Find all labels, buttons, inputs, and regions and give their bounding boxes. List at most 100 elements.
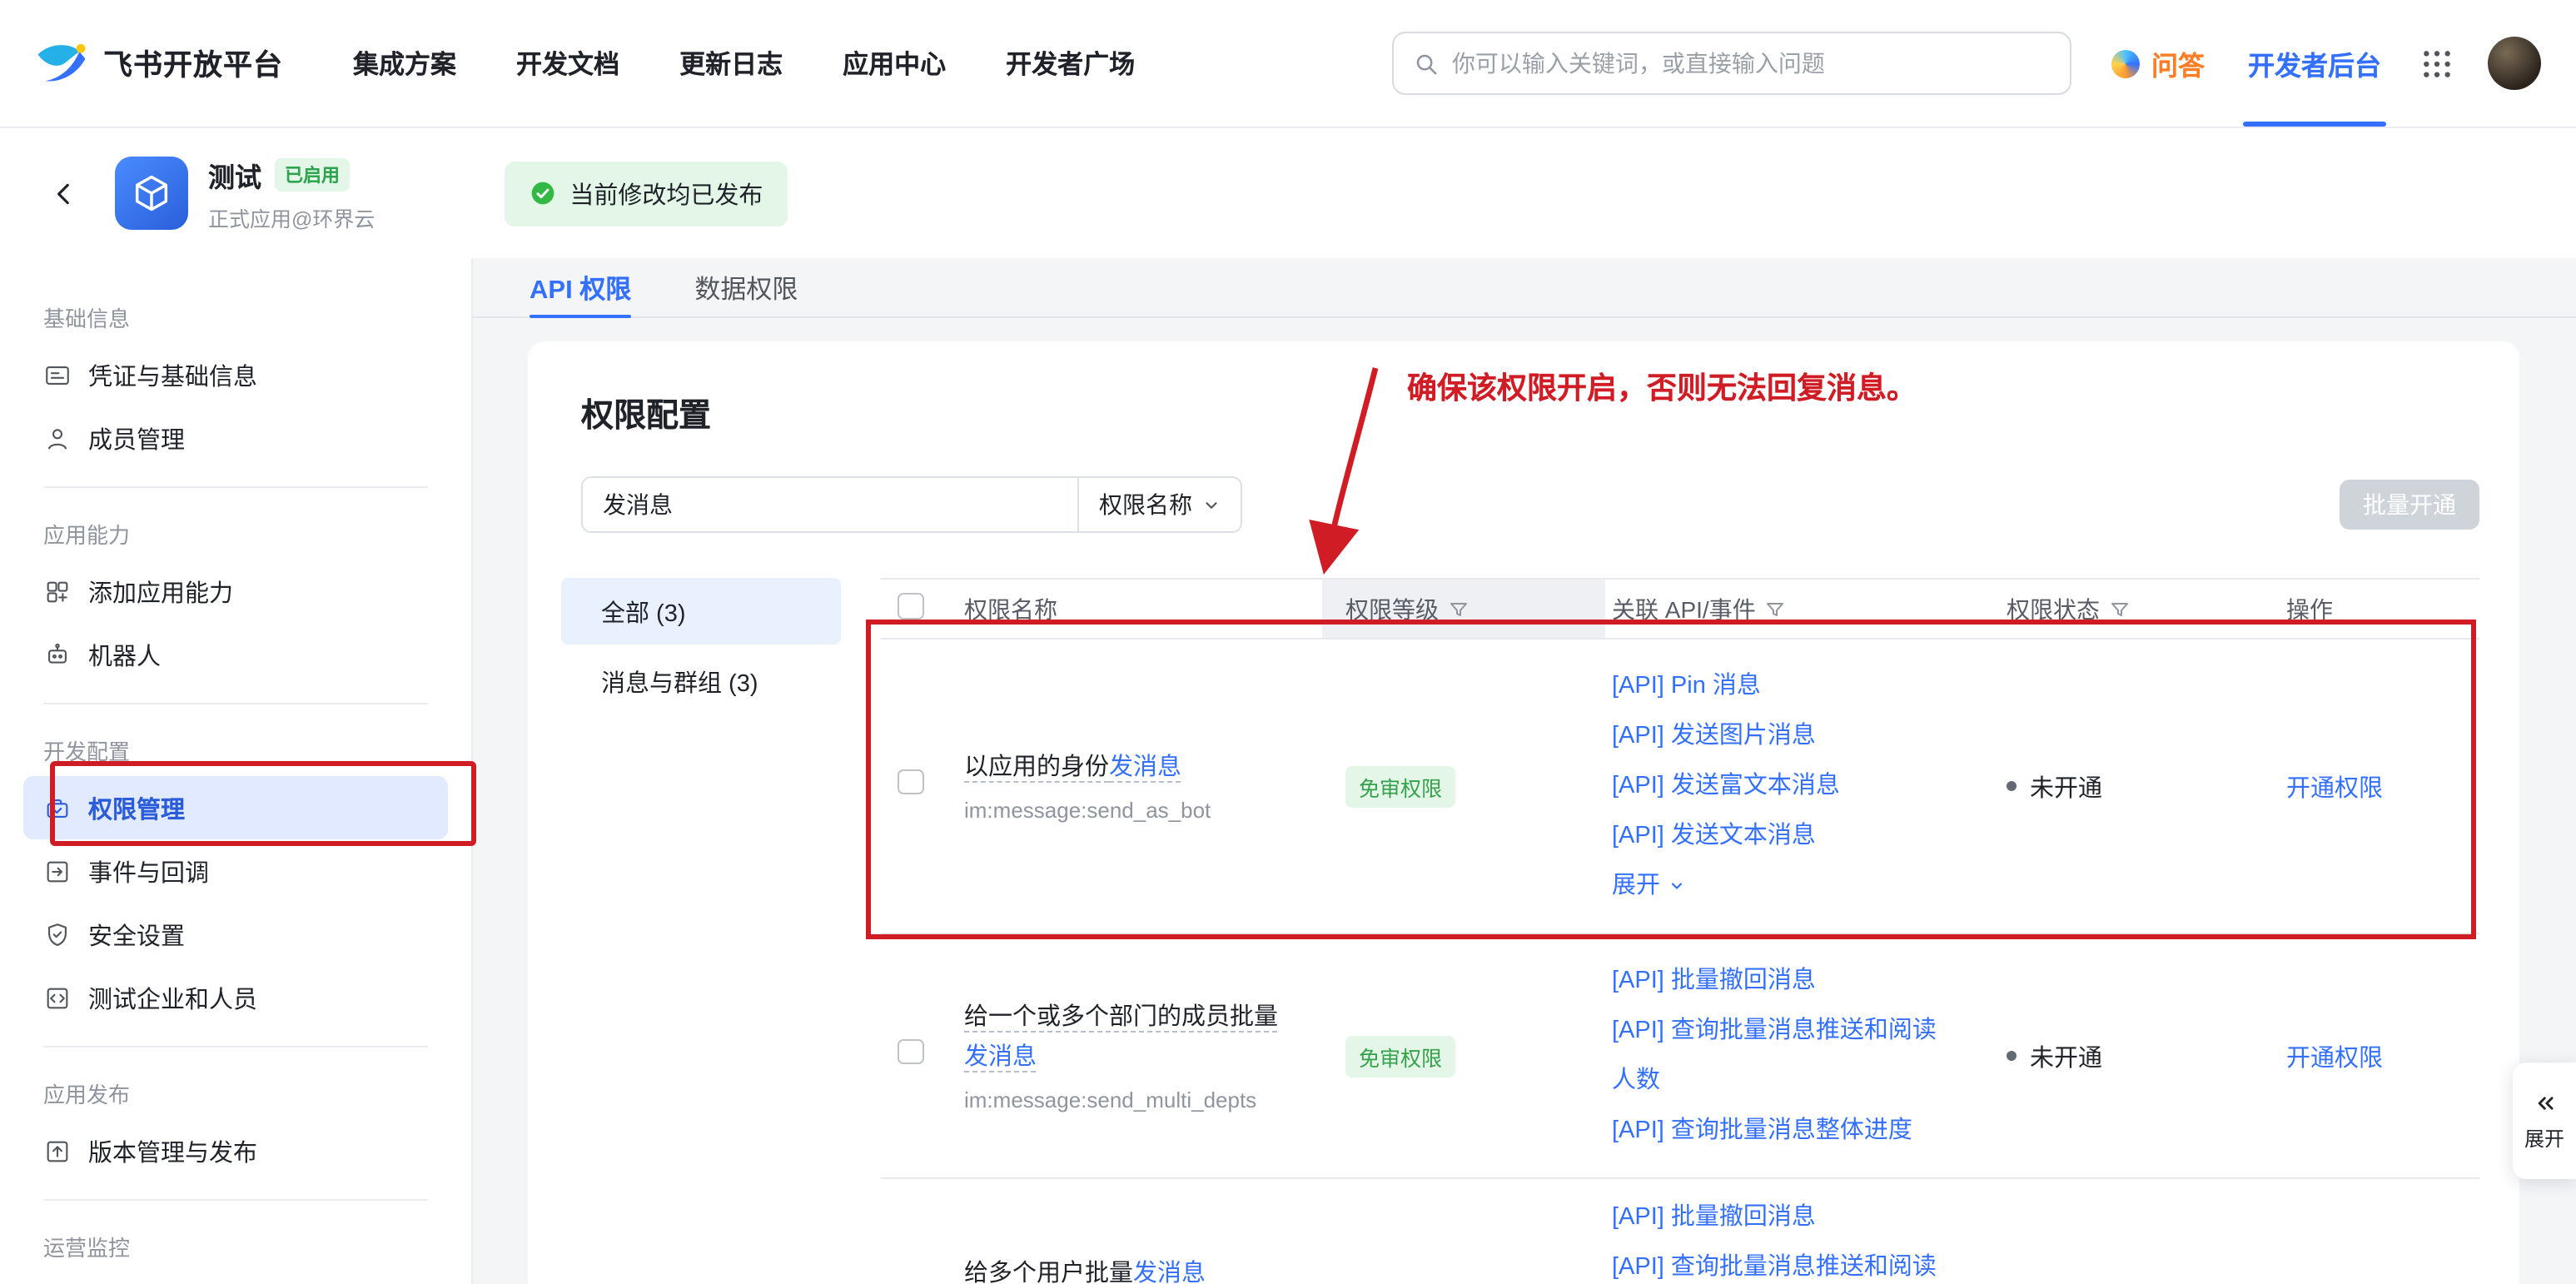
permission-tabs: API 权限 数据权限 [473, 258, 2576, 318]
api-link[interactable]: [API] 查询批量消息推送和阅读 [1612, 1242, 1940, 1284]
level-badge: 免审权限 [1345, 765, 1455, 807]
permission-search-input[interactable] [583, 478, 1077, 531]
permission-level-cell: 免审权限 [1322, 765, 1605, 807]
sidebar-item-label: 机器人 [88, 637, 161, 672]
tab-data-permissions[interactable]: 数据权限 [694, 258, 798, 316]
qa-entry[interactable]: 问答 [2111, 43, 2205, 83]
nav-link-integrations[interactable]: 集成方案 [353, 45, 456, 82]
security-icon [43, 920, 72, 948]
filter-select-label: 权限名称 [1099, 488, 1192, 521]
api-link[interactable]: [API] 发送文本消息 [1612, 811, 1940, 861]
sidebar-item-bot[interactable]: 机器人 [23, 623, 448, 686]
permission-name-cell: 给一个或多个部门的成员批量发消息 im:message:send_multi_d… [964, 1000, 1322, 1112]
nav-link-app-center[interactable]: 应用中心 [843, 45, 946, 82]
publish-status-text: 当前修改均已发布 [569, 176, 763, 211]
permission-name[interactable]: 给一个或多个部门的成员批量发消息 [964, 1005, 1278, 1070]
expand-label: 展开 [1612, 861, 1660, 911]
app-name: 测试 [208, 154, 261, 194]
apps-grid-icon[interactable] [2421, 47, 2453, 79]
sidebar-item-test-org-users[interactable]: 测试企业和人员 [23, 966, 448, 1029]
search-row: 权限名称 批量开通 [581, 476, 2479, 533]
test-icon [43, 983, 72, 1012]
sidebar-item-add-capability[interactable]: 添加应用能力 [23, 560, 448, 623]
nav-link-docs[interactable]: 开发文档 [516, 45, 619, 82]
api-link[interactable]: [API] 批量撤回消息 [1612, 956, 1940, 1006]
sidebar-item-members[interactable]: 成员管理 [23, 406, 448, 470]
chevron-down-icon [1202, 495, 1221, 514]
select-all-checkbox[interactable] [898, 594, 923, 620]
global-search[interactable] [1392, 32, 2071, 95]
sidebar-item-label: 添加应用能力 [88, 574, 233, 609]
related-api-list: [API] 批量撤回消息 [API] 查询批量消息推送和阅读 [1605, 1179, 2007, 1284]
brand[interactable]: 飞书开放平台 [35, 37, 283, 90]
enable-permission-link[interactable]: 开通权限 [2286, 1045, 2383, 1072]
enabled-status-badge: 已启用 [275, 157, 350, 191]
sidebar-item-credentials[interactable]: 凭证与基础信息 [23, 343, 448, 406]
sidebar-section-basic-info: 基础信息 [23, 288, 448, 343]
global-search-input[interactable] [1452, 50, 2050, 77]
enable-permission-link[interactable]: 开通权限 [2286, 775, 2383, 802]
permission-table: 权限名称 权限等级 关联 API/事件 权限状态 [881, 578, 2479, 1284]
tab-api-permissions[interactable]: API 权限 [530, 258, 631, 316]
sidebar-divider [43, 1046, 428, 1048]
status-text: 未开通 [2030, 1038, 2102, 1073]
sidebar-item-security-settings[interactable]: 安全设置 [23, 903, 448, 966]
release-icon [43, 1137, 72, 1165]
sidebar-section-release: 应用发布 [23, 1064, 448, 1119]
expand-api-list-link[interactable]: 展开 [1612, 861, 1940, 911]
feishu-logo-icon [35, 37, 88, 90]
related-api-list: [API] Pin 消息 [API] 发送图片消息 [API] 发送富文本消息 … [1605, 640, 2007, 933]
col-related-api: 关联 API/事件 [1605, 580, 2007, 638]
sidebar-item-version-release[interactable]: 版本管理与发布 [23, 1119, 448, 1182]
card-title: 权限配置 [581, 388, 2479, 436]
brand-title: 飞书开放平台 [103, 42, 283, 84]
sidebar-divider [43, 1199, 428, 1201]
filter-funnel-icon[interactable] [2110, 599, 2130, 619]
api-link[interactable]: [API] 发送富文本消息 [1612, 761, 1940, 811]
nav-link-changelog[interactable]: 更新日志 [679, 45, 783, 82]
api-link[interactable]: [API] 批量撤回消息 [1612, 1192, 1940, 1242]
sidebar-section-monitoring: 运营监控 [23, 1217, 448, 1272]
row-checkbox[interactable] [898, 1039, 923, 1065]
category-all[interactable]: 全部 (3) [561, 578, 841, 644]
api-link[interactable]: [API] 查询批量消息整体进度 [1612, 1106, 1940, 1156]
api-link[interactable]: [API] 查询批量消息推送和阅读人数 [1612, 1006, 1940, 1106]
back-chevron-icon [50, 179, 78, 207]
double-chevron-left-icon [2532, 1090, 2557, 1115]
permission-name[interactable]: 以应用的身份发消息 [964, 754, 1181, 781]
sidebar-item-events-callbacks[interactable]: 事件与回调 [23, 839, 448, 903]
tab-developer-console[interactable]: 开发者后台 [2248, 0, 2381, 127]
table-header-row: 权限名称 权限等级 关联 API/事件 权限状态 [881, 578, 2479, 640]
category-list: 全部 (3) 消息与群组 (3) [561, 578, 841, 1284]
search-icon [1414, 51, 1439, 76]
filter-funnel-icon[interactable] [1766, 599, 1786, 619]
sidebar-item-permission-management[interactable]: 权限管理 [23, 776, 448, 839]
filter-funnel-icon[interactable] [1449, 599, 1469, 619]
feishu-open-platform-page: 飞书开放平台 集成方案 开发文档 更新日志 应用中心 开发者广场 问答 开发者后… [0, 0, 2576, 1284]
permission-name[interactable]: 给多个用户批量发消息 [964, 1261, 1206, 1284]
add-capability-icon [43, 577, 72, 605]
category-im-group[interactable]: 消息与群组 (3) [561, 648, 841, 714]
app-meta: 测试 已启用 正式应用@环界云 [208, 154, 375, 232]
permission-status-cell: 未开通 [2007, 769, 2266, 804]
batch-enable-button[interactable]: 批量开通 [2340, 480, 2479, 530]
user-avatar[interactable] [2488, 37, 2541, 90]
expand-panel-label: 展开 [2524, 1123, 2564, 1152]
api-link[interactable]: [API] Pin 消息 [1612, 661, 1940, 711]
app-subtitle: 正式应用@环界云 [208, 201, 375, 232]
back-button[interactable] [50, 179, 78, 207]
api-link[interactable]: [API] 发送图片消息 [1612, 711, 1940, 761]
nav-link-developer-plaza[interactable]: 开发者广场 [1006, 45, 1135, 82]
expand-panel-button[interactable]: 展开 [2513, 1063, 2576, 1179]
event-icon [43, 857, 72, 885]
sidebar-item-label: 凭证与基础信息 [88, 357, 257, 392]
sidebar-divider [43, 703, 428, 704]
row-checkbox[interactable] [898, 769, 923, 795]
credential-icon [43, 361, 72, 389]
chevron-down-icon [1668, 878, 1685, 894]
permission-search-group: 权限名称 [581, 476, 1242, 533]
sidebar-item-label: 安全设置 [88, 917, 185, 952]
status-dot [2007, 781, 2017, 791]
permission-filter-select[interactable]: 权限名称 [1077, 478, 1241, 531]
sidebar-section-capabilities: 应用能力 [23, 505, 448, 560]
